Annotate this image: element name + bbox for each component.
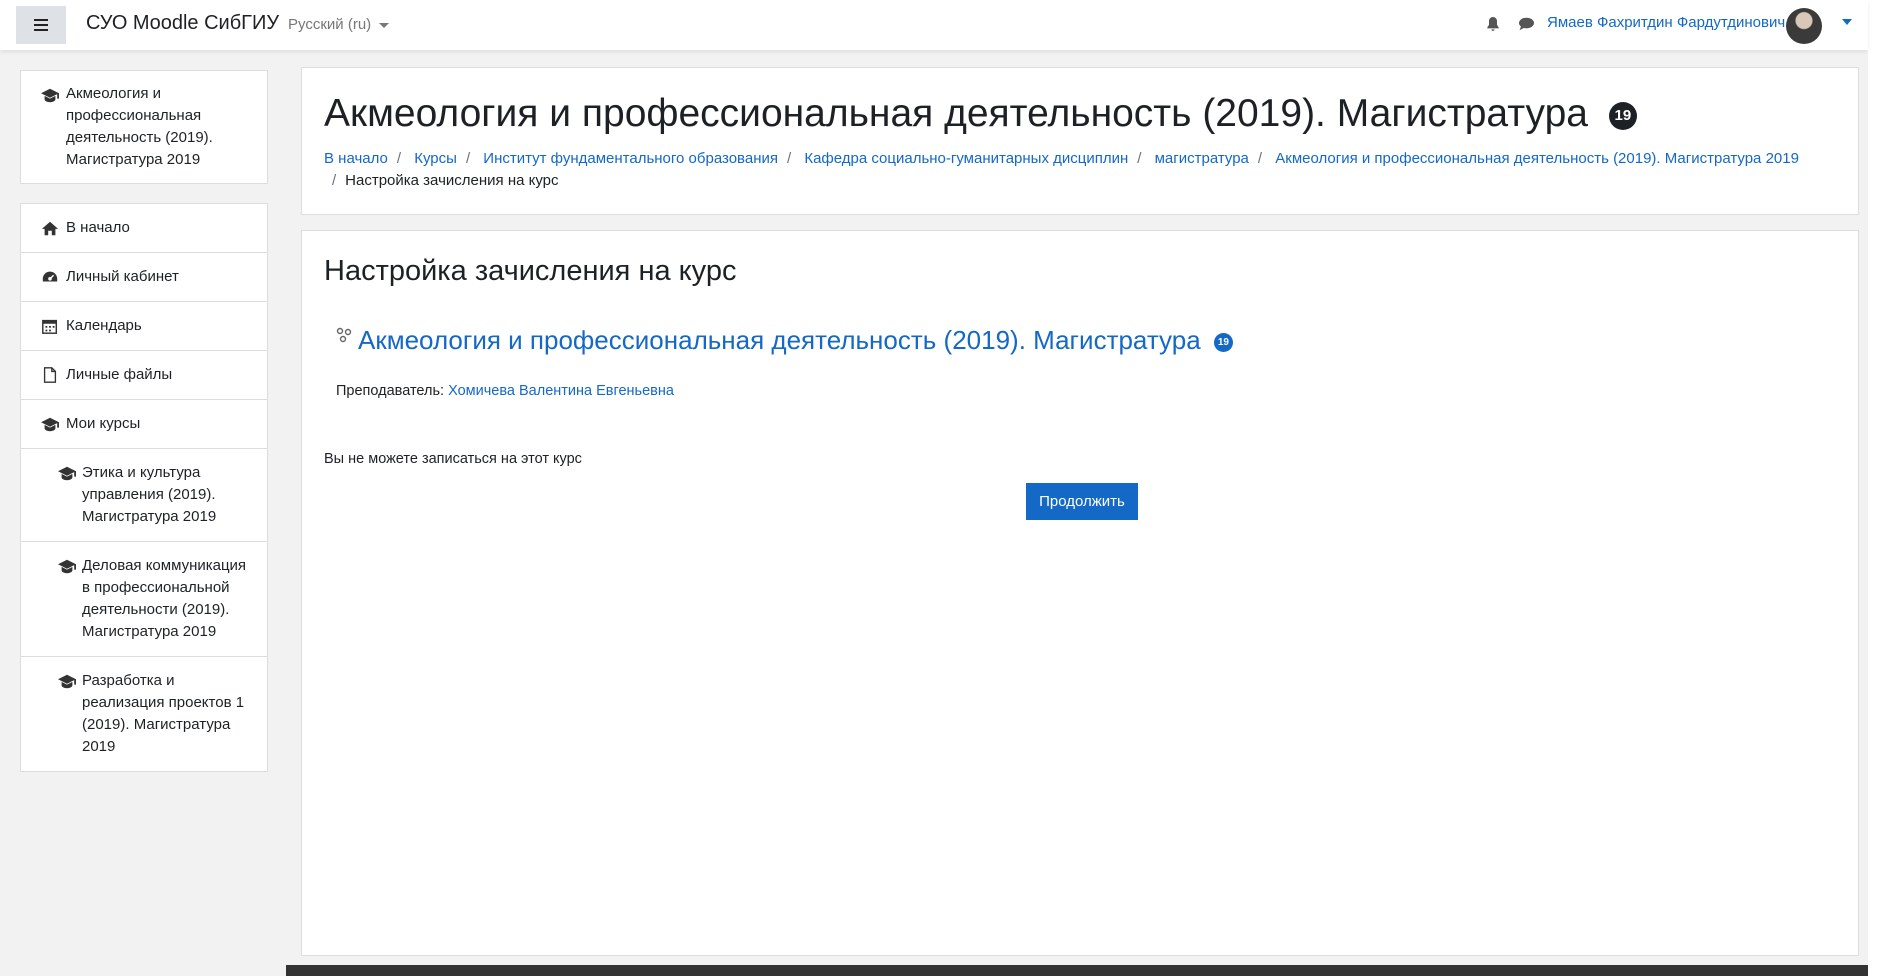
course-enrol-icon — [336, 327, 352, 343]
course-age-badge: 19 — [1213, 332, 1233, 352]
sidebar-item-current-course[interactable]: Акмеология и профессиональная деятельнос… — [21, 71, 267, 183]
course-link[interactable]: Акмеология и профессиональная деятельнос… — [358, 325, 1201, 355]
teacher-link[interactable]: Хомичева Валентина Евгеньевна — [448, 383, 674, 399]
graduation-cap-icon — [58, 559, 76, 574]
language-label: Русский (ru) — [288, 16, 372, 33]
breadcrumb-department[interactable]: Кафедра социально-гуманитарных дисциплин — [804, 150, 1128, 167]
page-footer — [286, 965, 1868, 976]
age-restriction-badge: 19 — [1608, 101, 1637, 130]
main-navigation-block: В начало Личный кабинет Календарь Личные… — [20, 203, 268, 772]
sidebar-item-calendar[interactable]: Календарь — [21, 302, 267, 351]
teacher-label: Преподаватель: — [336, 383, 445, 399]
teacher-line: Преподаватель: Хомичева Валентина Евгень… — [336, 383, 674, 399]
breadcrumb-institute[interactable]: Институт фундаментального образования — [483, 150, 778, 167]
breadcrumb-course[interactable]: Акмеология и профессиональная деятельнос… — [1275, 150, 1799, 167]
page-title-text: Акмеология и профессиональная деятельнос… — [324, 92, 1588, 135]
sidebar-item-private-files[interactable]: Личные файлы — [21, 351, 267, 400]
breadcrumb-separator: / — [1257, 150, 1263, 167]
breadcrumb-home[interactable]: В начало — [324, 150, 388, 167]
sidebar-item-label: Разработка и реализация проектов 1 (2019… — [82, 672, 245, 755]
user-name[interactable]: Ямаев Фахритдин Фардутдинович — [1547, 14, 1785, 31]
graduation-cap-icon — [58, 674, 76, 689]
breadcrumb-separator: / — [1137, 150, 1142, 167]
user-menu-chevron-icon[interactable] — [1842, 19, 1852, 25]
sidebar-item-label: Календарь — [66, 317, 142, 334]
graduation-cap-icon — [58, 466, 76, 481]
sidebar-item-label: Личные файлы — [66, 366, 173, 383]
drawer-toggle-button[interactable] — [16, 6, 66, 44]
graduation-cap-icon — [41, 417, 59, 432]
graduation-cap-icon — [41, 88, 59, 103]
enrol-message: Вы не можете записаться на этот курс — [324, 451, 582, 467]
sidebar-item-dashboard[interactable]: Личный кабинет — [21, 253, 267, 302]
sidebar-item-label: Мои курсы — [66, 415, 141, 432]
sidebar-item-home[interactable]: В начало — [21, 204, 267, 253]
breadcrumb-separator: / — [786, 150, 792, 167]
site-brand[interactable]: СУО Moodle СибГИУ — [86, 12, 279, 35]
page-header: Акмеология и профессиональная деятельнос… — [301, 67, 1859, 215]
course-link-row: Акмеология и профессиональная деятельнос… — [336, 325, 1233, 356]
avatar[interactable] — [1786, 8, 1822, 44]
sidebar-item-label: Деловая коммуникация в профессиональной … — [82, 557, 247, 640]
sidebar-item-label: Акмеология и профессиональная деятельнос… — [66, 85, 213, 168]
breadcrumb-courses[interactable]: Курсы — [414, 150, 457, 167]
breadcrumb: В начало / Курсы / Институт фундаментально… — [324, 148, 1880, 192]
messages-chat-icon[interactable] — [1518, 17, 1535, 36]
notifications-bell-icon[interactable] — [1486, 16, 1500, 37]
hamburger-icon — [34, 19, 48, 31]
sidebar-item-label: Личный кабинет — [66, 268, 179, 285]
scrollbar-area[interactable] — [1868, 0, 1880, 976]
nav-drawer: Акмеология и профессиональная деятельнос… — [0, 50, 286, 976]
sidebar-item-course-ethics[interactable]: Этика и культура управления (2019). Маги… — [21, 449, 267, 542]
top-navbar: СУО Moodle СибГИУ Русский (ru) Ямаев Фах… — [0, 0, 1868, 50]
breadcrumb-current: Настройка зачисления на курс — [345, 172, 559, 189]
current-course-block: Акмеология и профессиональная деятельнос… — [20, 70, 268, 184]
page-title: Акмеология и профессиональная деятельнос… — [324, 92, 1637, 136]
breadcrumb-masters[interactable]: магистратура — [1155, 150, 1249, 167]
breadcrumb-separator: / — [465, 150, 471, 167]
home-icon — [41, 221, 59, 236]
sidebar-item-label: В начало — [66, 219, 130, 236]
calendar-icon — [42, 319, 58, 334]
dashboard-icon — [42, 271, 58, 282]
file-icon — [43, 367, 57, 383]
breadcrumb-separator: / — [396, 150, 402, 167]
sidebar-item-label: Этика и культура управления (2019). Маги… — [82, 464, 217, 525]
continue-button[interactable]: Продолжить — [1026, 483, 1138, 520]
breadcrumb-separator: / — [332, 172, 337, 189]
chevron-down-icon — [379, 22, 390, 28]
sidebar-item-course-projects[interactable]: Разработка и реализация проектов 1 (2019… — [21, 657, 267, 771]
language-menu[interactable]: Русский (ru) — [288, 16, 390, 33]
section-title: Настройка зачисления на курс — [324, 255, 737, 287]
sidebar-item-course-communication[interactable]: Деловая коммуникация в профессиональной … — [21, 542, 267, 657]
sidebar-item-my-courses[interactable]: Мои курсы — [21, 400, 267, 449]
main-content: Настройка зачисления на курс Акмеология … — [301, 230, 1859, 956]
